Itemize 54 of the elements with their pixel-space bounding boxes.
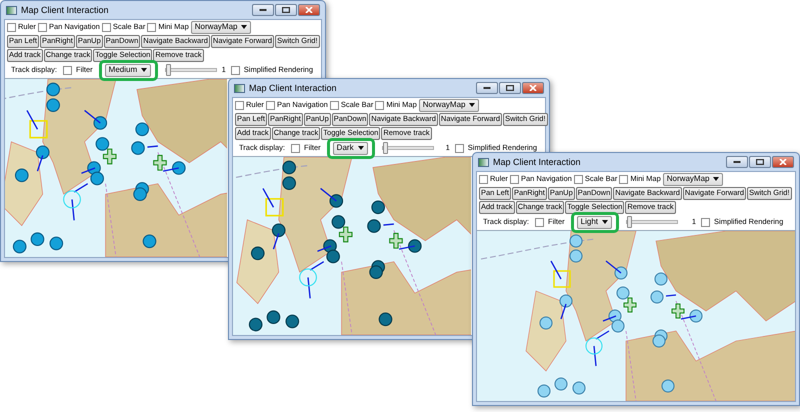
checkbox[interactable] [701,218,710,226]
checkbox[interactable] [147,22,156,32]
checkbox[interactable] [235,100,244,110]
caret-icon [713,177,720,181]
style-dropdown[interactable]: Dark [332,142,368,154]
app-icon [6,6,17,14]
checkbox[interactable] [38,22,47,32]
checkbox[interactable] [63,66,72,74]
checkbox[interactable] [330,100,339,110]
map-dropdown[interactable]: NorwayMap [190,20,252,34]
checkbox[interactable] [230,66,240,74]
app-icon [478,158,489,166]
checkbox[interactable] [375,100,384,110]
close-button[interactable] [298,4,320,16]
checkbox[interactable] [574,174,583,184]
checkbox[interactable] [102,22,111,32]
checkbox[interactable] [291,144,300,152]
slider-thumb[interactable] [627,216,632,228]
maximize-icon [756,159,764,165]
checkbox[interactable] [535,218,544,226]
checkbox[interactable] [266,100,275,110]
map-dropdown[interactable]: NorwayMap [418,98,480,112]
style-dropdown[interactable]: Light [576,216,612,228]
checkbox[interactable] [510,174,519,184]
minimize-button[interactable] [476,82,498,94]
close-icon [529,85,537,91]
caret-icon [358,146,364,150]
maximize-button[interactable] [499,82,521,94]
checkbox[interactable] [7,22,16,32]
window-title: Map Client Interaction [493,156,582,168]
checkbox[interactable] [479,174,488,184]
close-icon [779,159,787,165]
maximize-button[interactable] [749,156,771,168]
close-icon [305,7,313,13]
minimize-button[interactable] [726,156,748,168]
close-button[interactable] [772,156,794,168]
window-title: Map Client Interaction [249,82,338,94]
maximize-icon [282,7,290,13]
checkbox[interactable] [454,144,464,152]
caret-icon [141,68,148,72]
caret-icon [469,103,476,107]
style-dropdown[interactable]: Medium [104,64,152,76]
window-title: Map Client Interaction [21,4,110,16]
app-icon [234,84,245,92]
maximize-button[interactable] [275,4,297,16]
caret-icon [241,25,248,29]
caret-icon [602,220,608,224]
checkbox[interactable] [619,174,628,184]
maximize-icon [506,85,514,91]
slider-thumb[interactable] [382,142,388,154]
map-dropdown[interactable]: NorwayMap [662,172,724,186]
slider-thumb[interactable] [166,64,172,76]
close-button[interactable] [522,82,544,94]
minimize-button[interactable] [252,4,274,16]
